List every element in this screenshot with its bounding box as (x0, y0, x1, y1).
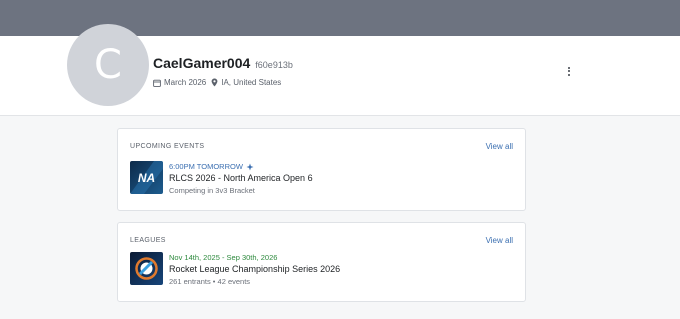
event-status: Competing in 3v3 Bracket (169, 186, 255, 195)
view-all-leagues-link[interactable]: View all (486, 236, 513, 245)
event-name[interactable]: RLCS 2026 - North America Open 6 (169, 172, 313, 185)
name-row: CaelGamer004 f60e913b (153, 55, 293, 71)
league-name[interactable]: Rocket League Championship Series 2026 (169, 263, 340, 276)
leagues-title: LEAGUES (130, 237, 166, 244)
joined-date-text: March 2026 (164, 78, 207, 87)
league-thumbnail[interactable] (130, 252, 163, 285)
username: CaelGamer004 (153, 55, 251, 71)
avatar[interactable]: C (67, 24, 149, 106)
sparkle-icon (246, 163, 254, 170)
league-entrants: 261 entrants (169, 277, 211, 286)
profile-meta: March 2026 IA, United States (153, 78, 281, 87)
event-item[interactable]: 6:00PM TOMORROW RLCS 2026 - North Americ… (169, 161, 313, 196)
location-text: IA, United States (221, 78, 282, 87)
league-stats-separator: • (212, 277, 216, 286)
upcoming-events-title: UPCOMING EVENTS (130, 143, 205, 150)
league-stats: 261 entrants • 42 events (169, 276, 340, 287)
leagues-card: LEAGUES View all Nov 14th, 2025 - Sep 30… (117, 222, 526, 302)
location: IA, United States (211, 78, 281, 87)
view-all-events-link[interactable]: View all (486, 142, 513, 151)
event-time: 6:00PM TOMORROW (169, 162, 243, 171)
event-thumbnail[interactable]: NA (130, 161, 163, 194)
event-thumbnail-text: NA (138, 171, 155, 185)
league-dates: Nov 14th, 2025 - Sep 30th, 2026 (169, 253, 278, 262)
event-time-row: 6:00PM TOMORROW (169, 161, 313, 172)
calendar-icon (153, 79, 161, 87)
avatar-letter: C (94, 42, 122, 88)
location-pin-icon (211, 78, 218, 87)
user-id: f60e913b (255, 60, 293, 70)
upcoming-events-card: UPCOMING EVENTS View all NA 6:00PM TOMOR… (117, 128, 526, 211)
joined-date: March 2026 (153, 78, 206, 87)
more-options-icon[interactable] (563, 64, 575, 78)
league-item[interactable]: Nov 14th, 2025 - Sep 30th, 2026 Rocket L… (169, 252, 340, 287)
league-events: 42 events (217, 277, 251, 286)
